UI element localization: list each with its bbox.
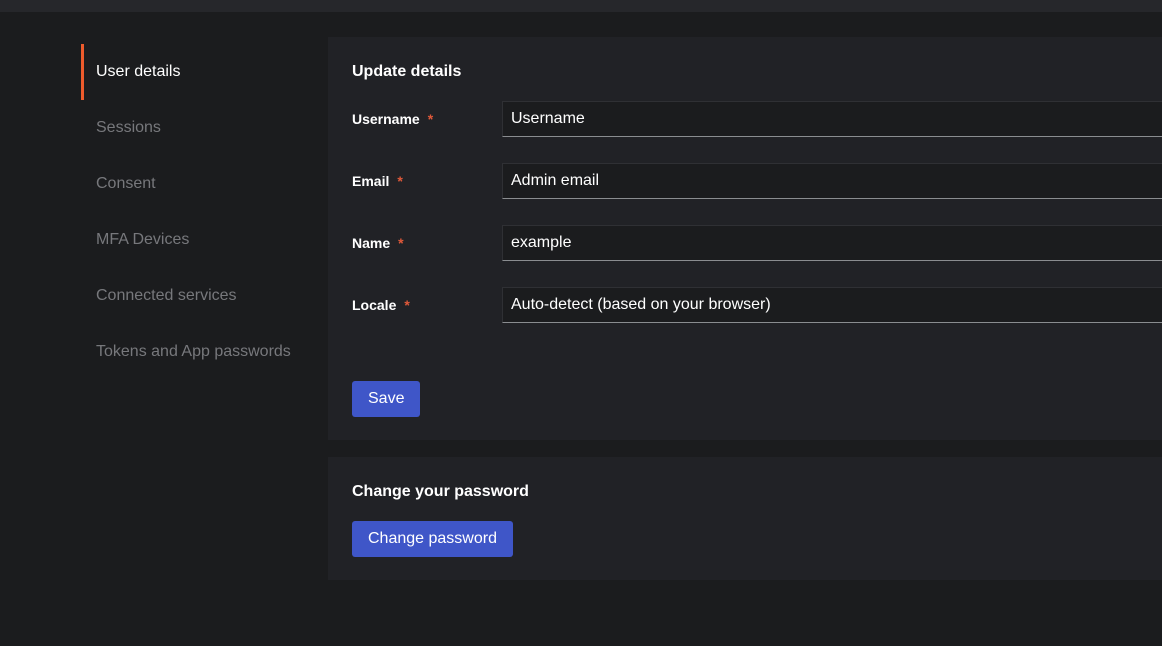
locale-label: Locale * xyxy=(352,297,410,313)
sidebar-item-sessions[interactable]: Sessions xyxy=(81,100,311,156)
email-label: Email * xyxy=(352,173,403,189)
username-row: Username * xyxy=(328,101,1162,137)
locale-select[interactable]: Auto-detect (based on your browser) xyxy=(502,287,1162,323)
settings-sidebar: User details Sessions Consent MFA Device… xyxy=(81,44,311,380)
email-row: Email * xyxy=(328,163,1162,199)
name-label: Name * xyxy=(352,235,404,251)
save-button[interactable]: Save xyxy=(352,381,421,417)
sidebar-item-consent[interactable]: Consent xyxy=(81,156,311,212)
required-marker: * xyxy=(427,111,434,127)
username-label: Username * xyxy=(352,111,434,127)
username-input[interactable] xyxy=(502,101,1162,137)
required-marker: * xyxy=(397,173,403,189)
email-input[interactable] xyxy=(502,163,1162,199)
change-password-button[interactable]: Change password xyxy=(352,521,513,557)
change-password-card: Change your password Change password xyxy=(328,457,1162,580)
change-password-title: Change your password xyxy=(352,483,529,500)
name-row: Name * xyxy=(328,225,1162,261)
top-bar xyxy=(0,0,1162,12)
required-marker: * xyxy=(404,297,410,313)
sidebar-item-tokens[interactable]: Tokens and App passwords xyxy=(81,324,311,380)
update-details-card: Update details Username* Email* Name* Lo… xyxy=(328,37,1162,440)
required-marker: * xyxy=(398,235,404,251)
update-details-title: Update details xyxy=(352,63,462,80)
sidebar-item-mfa-devices[interactable]: MFA Devices xyxy=(81,212,311,268)
sidebar-item-connected-services[interactable]: Connected services xyxy=(81,268,311,324)
locale-row: Locale * Auto-detect (based on your brows… xyxy=(328,287,1162,323)
sidebar-item-user-details[interactable]: User details xyxy=(81,44,311,100)
name-input[interactable] xyxy=(502,225,1162,261)
